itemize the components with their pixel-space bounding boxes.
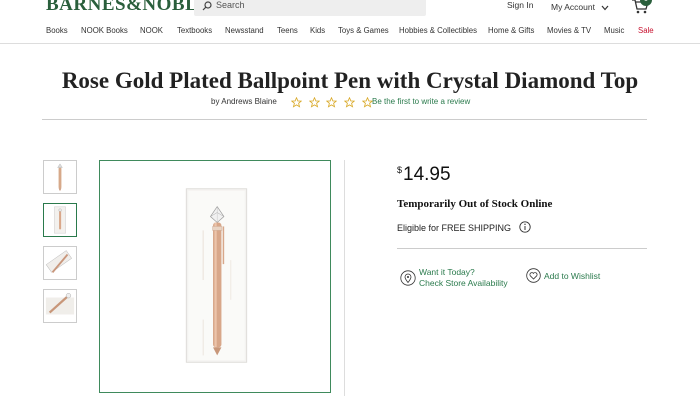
search-icon bbox=[202, 1, 212, 11]
product-thumbnail-2[interactable] bbox=[43, 203, 77, 237]
search-input[interactable]: Search bbox=[194, 0, 426, 16]
want-it-today-label: Want it Today? bbox=[419, 267, 475, 277]
price-value: 14.95 bbox=[403, 164, 451, 185]
pen-angled-thumbnail-image bbox=[45, 250, 72, 274]
nav-item-kids[interactable]: Kids bbox=[310, 26, 325, 35]
nav-item-teens[interactable]: Teens bbox=[277, 26, 298, 35]
nav-item-music[interactable]: Music bbox=[604, 26, 624, 35]
price-currency: $ bbox=[397, 165, 403, 175]
star-icon bbox=[291, 97, 302, 108]
star-icon bbox=[326, 97, 338, 108]
product-price: $14.95 bbox=[397, 164, 451, 186]
header-divider bbox=[0, 43, 700, 44]
store-availability-link[interactable]: Want it Today? Check Store Availability bbox=[419, 267, 508, 289]
location-pin-icon bbox=[400, 270, 416, 286]
check-store-availability-label: Check Store Availability bbox=[419, 278, 508, 288]
my-account-menu[interactable]: My Account bbox=[551, 2, 609, 12]
main-nav: Books NOOK Books NOOK Textbooks Newsstan… bbox=[0, 26, 700, 44]
stock-status: Temporarily Out of Stock Online bbox=[397, 198, 553, 210]
star-icon bbox=[361, 97, 373, 108]
nav-item-nook-books[interactable]: NOOK Books bbox=[81, 26, 128, 35]
star-icon bbox=[308, 97, 320, 108]
chevron-down-icon bbox=[601, 5, 609, 11]
nav-item-hobbies-collectibles[interactable]: Hobbies & Collectibles bbox=[399, 26, 477, 35]
sign-in-link[interactable]: Sign In bbox=[507, 0, 533, 10]
gallery-divider bbox=[344, 160, 345, 396]
product-title: Rose Gold Plated Ballpoint Pen with Crys… bbox=[61, 68, 639, 93]
write-review-link[interactable]: Be the first to write a review bbox=[372, 97, 470, 106]
add-to-wishlist-link[interactable]: Add to Wishlist bbox=[544, 271, 600, 281]
info-icon[interactable] bbox=[519, 221, 531, 233]
nav-item-movies-tv[interactable]: Movies & TV bbox=[547, 26, 591, 35]
nav-item-newsstand[interactable]: Newsstand bbox=[225, 26, 264, 35]
product-author[interactable]: by Andrews Blaine bbox=[211, 97, 277, 106]
star-icon bbox=[343, 97, 355, 108]
pen-detail-thumbnail-image bbox=[45, 293, 75, 315]
nav-item-sale[interactable]: Sale bbox=[638, 26, 654, 35]
rating-stars[interactable] bbox=[291, 95, 375, 108]
product-thumbnail-1[interactable] bbox=[43, 160, 77, 194]
nav-item-nook[interactable]: NOOK bbox=[140, 26, 163, 35]
search-placeholder: Search bbox=[216, 0, 245, 10]
pen-box-thumbnail-image bbox=[54, 206, 66, 234]
nav-item-books[interactable]: Books bbox=[46, 26, 68, 35]
pen-in-gift-box-image bbox=[185, 188, 248, 363]
product-thumbnail-3[interactable] bbox=[43, 246, 77, 280]
heart-icon[interactable] bbox=[526, 268, 541, 283]
brand-logo[interactable]: BARNES&NOBLE bbox=[46, 0, 211, 16]
title-divider bbox=[42, 119, 647, 120]
pen-thumbnail-image bbox=[57, 163, 63, 192]
my-account-label: My Account bbox=[551, 2, 595, 12]
nav-item-toys-games[interactable]: Toys & Games bbox=[338, 26, 389, 35]
buy-box-divider bbox=[397, 248, 647, 249]
product-thumbnail-4[interactable] bbox=[43, 289, 77, 323]
nav-item-textbooks[interactable]: Textbooks bbox=[177, 26, 212, 35]
nav-item-home-gifts[interactable]: Home & Gifts bbox=[488, 26, 534, 35]
shipping-eligibility: Eligible for FREE SHIPPING bbox=[397, 223, 512, 233]
product-main-image[interactable] bbox=[99, 160, 331, 393]
